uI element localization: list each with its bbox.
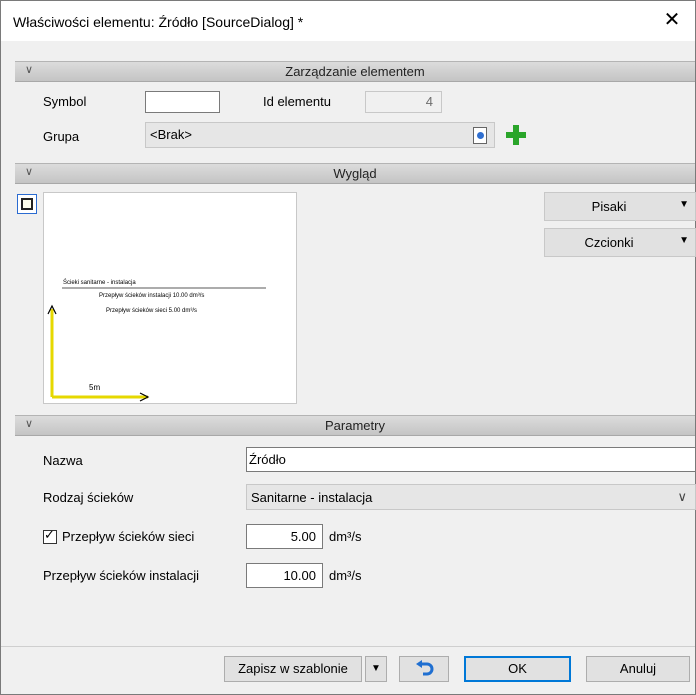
- undo-button[interactable]: [399, 656, 449, 682]
- chevron-down-icon: ∨: [677, 489, 687, 504]
- dropdown-arrow-icon: ▼: [371, 663, 381, 674]
- properties-dialog: Właściwości elementu: Źródło [SourceDial…: [0, 0, 696, 695]
- preview-title: Ścieki sanitarne - instalacja: [63, 280, 136, 286]
- install-flow-unit: dm³/s: [329, 568, 362, 583]
- group-value: <Brak>: [150, 127, 192, 142]
- pens-button[interactable]: Pisaki ▼: [544, 192, 696, 221]
- network-flow-unit: dm³/s: [329, 529, 362, 544]
- cancel-button[interactable]: Anuluj: [586, 656, 690, 682]
- id-label: Id elementu: [263, 94, 331, 109]
- id-field: 4: [365, 91, 442, 113]
- section-header-appearance[interactable]: ∨ Wygląd: [15, 163, 695, 184]
- dropdown-arrow-icon: ▼: [679, 199, 689, 210]
- network-flow-label: Przepływ ścieków sieci: [62, 529, 195, 544]
- title-bar: Właściwości elementu: Źródło [SourceDial…: [1, 1, 695, 41]
- save-template-dropdown[interactable]: ▼: [365, 656, 387, 682]
- symbol-input[interactable]: [145, 91, 220, 113]
- fonts-label: Czcionki: [584, 235, 634, 250]
- name-input[interactable]: Źródło: [246, 447, 696, 472]
- group-select[interactable]: <Brak>: [145, 122, 495, 148]
- edit-view-icon[interactable]: [17, 194, 37, 214]
- preview-line-2: Przepływ ścieków sieci 5.00 dm³/s: [106, 308, 198, 314]
- group-label: Grupa: [43, 129, 80, 144]
- fonts-button[interactable]: Czcionki ▼: [544, 228, 696, 257]
- preview-canvas: Ścieki sanitarne - instalacja Przepływ ś…: [43, 192, 297, 404]
- close-icon[interactable]: ✕: [649, 1, 695, 41]
- name-label: Nazwa: [43, 453, 83, 468]
- section-title: Zarządzanie elementem: [285, 64, 425, 79]
- footer-divider: [1, 646, 695, 647]
- pens-label: Pisaki: [591, 199, 627, 214]
- undo-icon: [416, 660, 434, 676]
- window-title: Właściwości elementu: Źródło [SourceDial…: [13, 14, 304, 30]
- ok-button[interactable]: OK: [464, 656, 571, 682]
- section-title: Parametry: [325, 418, 385, 433]
- network-flow-checkbox[interactable]: ✓: [43, 527, 57, 544]
- add-icon[interactable]: [504, 123, 528, 147]
- document-icon[interactable]: [473, 127, 487, 144]
- preview-scale: 5m: [89, 383, 101, 392]
- save-template-button[interactable]: Zapisz w szablonie: [224, 656, 362, 682]
- section-title: Wygląd: [333, 166, 377, 181]
- section-header-parameters[interactable]: ∨ Parametry: [15, 415, 695, 436]
- checkmark-icon: ✓: [44, 527, 55, 542]
- section-header-management[interactable]: ∨ Zarządzanie elementem: [15, 61, 695, 82]
- install-flow-label: Przepływ ścieków instalacji: [43, 568, 200, 583]
- network-flow-input[interactable]: 5.00: [246, 524, 323, 549]
- symbol-label: Symbol: [43, 94, 87, 109]
- type-select[interactable]: Sanitarne - instalacja ∨: [246, 484, 696, 510]
- type-label: Rodzaj ścieków: [43, 490, 134, 505]
- install-flow-input[interactable]: 10.00: [246, 563, 323, 588]
- dropdown-arrow-icon: ▼: [679, 235, 689, 246]
- preview-line-1: Przepływ ścieków instalacji 10.00 dm³/s: [99, 293, 205, 299]
- type-value: Sanitarne - instalacja: [251, 490, 373, 505]
